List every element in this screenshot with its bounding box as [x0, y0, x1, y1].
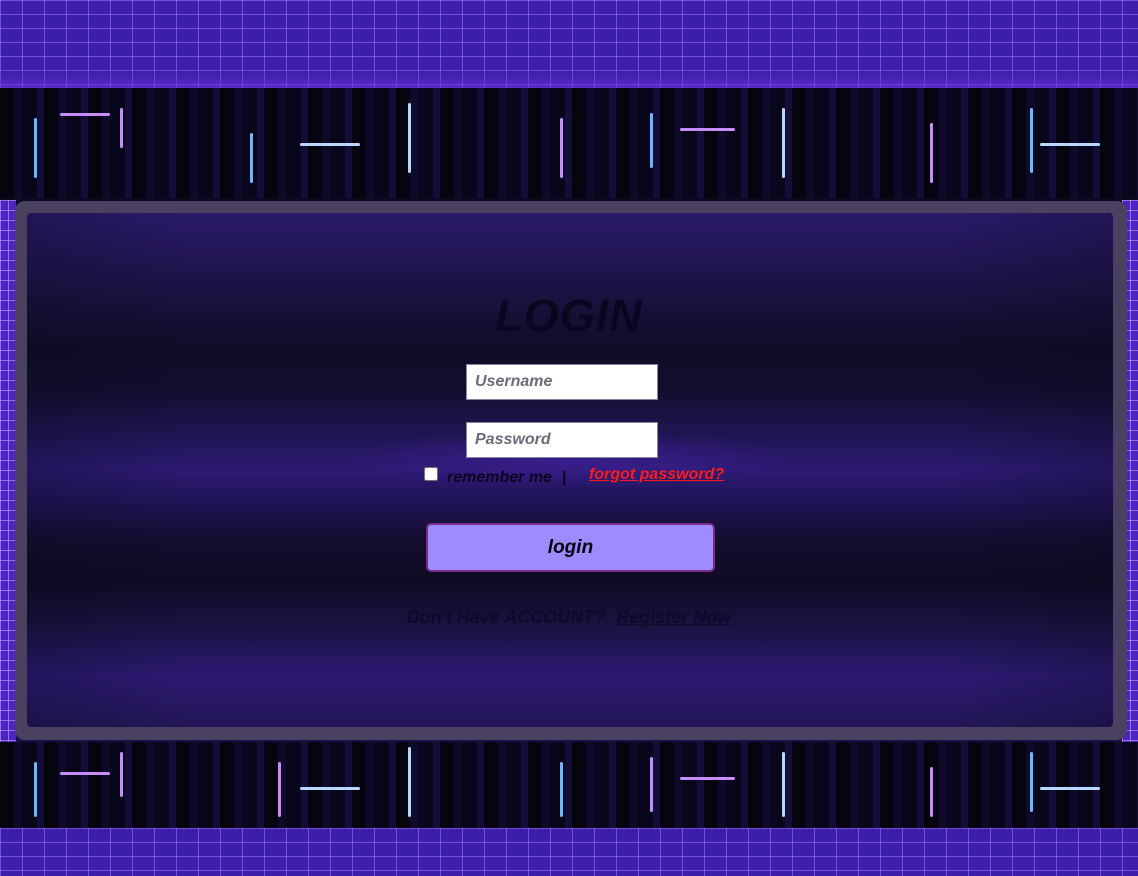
city-skyline-top	[0, 88, 1138, 198]
remember-me-label: remember me	[447, 469, 552, 486]
city-skyline-bottom	[0, 742, 1138, 834]
register-prompt-text: Don't Have ACCOUNT?	[406, 607, 606, 627]
login-button[interactable]: login	[426, 523, 715, 572]
password-input[interactable]	[466, 422, 658, 458]
neon-grid-left	[0, 200, 16, 746]
neon-grid-sky	[0, 0, 1138, 96]
page-title: LOGIN	[495, 290, 643, 341]
register-now-link[interactable]: Register Now	[616, 607, 731, 627]
register-prompt-line: Don't Have ACCOUNT? Register Now	[0, 607, 1138, 628]
neon-grid-floor	[0, 828, 1138, 876]
separator: |	[562, 469, 567, 486]
forgot-password-link[interactable]: forgot password?	[589, 466, 724, 484]
remember-me-checkbox[interactable]	[424, 467, 438, 481]
username-input[interactable]	[466, 364, 658, 400]
